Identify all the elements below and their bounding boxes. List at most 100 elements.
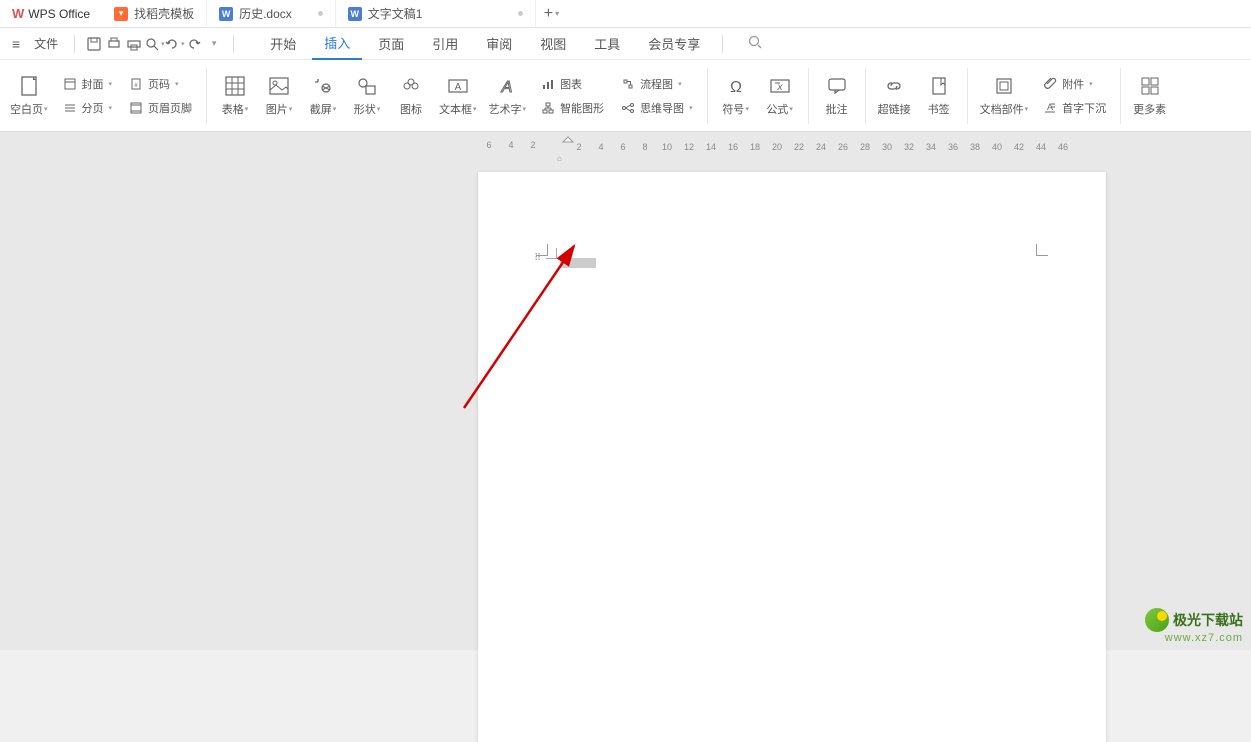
tab-start[interactable]: 开始 [258,28,308,59]
new-tab-button[interactable]: + ▾ [536,5,567,23]
divider [707,68,708,124]
more-label: 更多素 [1133,101,1166,117]
shapes-button[interactable]: 形状▾ [345,72,389,119]
page-number-button[interactable]: # 页码▾ [124,74,196,94]
ribbon: 空白页▾ 封面▾ 分页▾ # 页码▾ 页眉页脚 表格▾ 图片▾ 截屏▾ [0,60,1251,132]
mindmap-icon [620,100,636,116]
print-preview-icon[interactable] [105,35,123,53]
ruler-horizontal[interactable]: 2 4 6 8 10 12 14 16 18 20 22 24 26 28 30… [568,140,1074,154]
wordart-icon: A [495,74,519,98]
blank-page-icon [17,74,41,98]
tab-reference[interactable]: 引用 [420,28,470,59]
print-icon[interactable] [125,35,143,53]
doc-icon: W [348,7,362,21]
divider [808,68,809,124]
chart-icon [540,76,556,92]
search-icon[interactable] [747,34,763,53]
divider [722,35,723,53]
comment-button[interactable]: 批注 [815,72,859,119]
bookmark-icon [927,74,951,98]
more-icon [1138,74,1162,98]
magnifier-icon[interactable]: ▾ [145,35,163,53]
divider [206,68,207,124]
app-name: WPS Office [28,7,90,21]
shapes-label: 形状▾ [354,101,381,117]
wordart-button[interactable]: A 艺术字▾ [483,72,533,119]
more-button[interactable]: 更多素 [1127,72,1172,119]
symbol-button[interactable]: Ω 符号▾ [714,72,758,119]
picture-button[interactable]: 图片▾ [257,72,301,119]
comment-icon [825,74,849,98]
tab-insert[interactable]: 插入 [312,27,362,60]
cover-icon [62,76,78,92]
divider [865,68,866,124]
wps-logo-icon: W [12,6,24,21]
save-icon[interactable] [85,35,103,53]
tab-page[interactable]: 页面 [366,28,416,59]
equation-button[interactable]: x 公式▾ [758,72,802,119]
icon-label: 图标 [400,101,422,117]
icon-button[interactable]: 图标 [389,72,433,119]
tab-template[interactable]: ▾ 找稻壳模板 [102,0,207,28]
divider [233,35,234,53]
section-button[interactable]: 分页▾ [58,98,117,118]
table-button[interactable]: 表格▾ [213,72,257,119]
section-icon [62,100,78,116]
picture-label: 图片▾ [266,101,293,117]
tab-member[interactable]: 会员专享 [636,28,712,59]
bookmark-button[interactable]: 书签 [917,72,961,119]
blank-page-button[interactable]: 空白页▾ [4,72,54,119]
menu-tabs: 开始 插入 页面 引用 审阅 视图 工具 会员专享 [258,27,712,60]
screenshot-label: 截屏▾ [310,101,337,117]
wordart-label: 艺术字▾ [489,101,527,117]
object-handle-icon[interactable]: ⠿ [534,256,542,261]
tab-history-doc[interactable]: W 历史.docx [207,0,336,28]
chevron-down-icon[interactable]: ▾ [205,35,223,53]
attachment-button[interactable]: 附件▾ [1038,74,1110,94]
blank-page-label: 空白页▾ [10,101,48,117]
table-label: 表格▾ [222,101,249,117]
divider [74,35,75,53]
flowchart-button[interactable]: 流程图▾ [616,74,697,94]
textbox-button[interactable]: A 文本框▾ [433,72,483,119]
undo-icon[interactable]: ▾ [165,35,183,53]
doc-parts-button[interactable]: 文档部件▾ [974,72,1035,119]
tab-label: 文字文稿1 [368,5,423,22]
text-selection[interactable] [560,258,596,268]
tab-review[interactable]: 审阅 [474,28,524,59]
header-footer-button[interactable]: 页眉页脚 [124,98,196,118]
tab-tools[interactable]: 工具 [582,28,632,59]
document-page[interactable]: ⠿ [478,172,1106,742]
redo-icon[interactable] [185,35,203,53]
doc-parts-label: 文档部件▾ [980,101,1029,117]
svg-text:x: x [776,82,783,93]
svg-text:A: A [454,82,461,93]
quick-access-bar: ≡ 文件 ▾ ▾ ▾ 开始 插入 页面 引用 审阅 视图 工具 会员专享 [0,28,1251,60]
svg-text:#: # [134,83,138,89]
app-logo: W WPS Office [0,6,102,21]
mindmap-button[interactable]: 思维导图▾ [616,98,697,118]
symbol-icon: Ω [724,74,748,98]
flowchart-icon [620,76,636,92]
margin-marker-icon[interactable]: ⌂ [557,154,562,163]
margin-guide-tr [1036,244,1048,256]
chevron-down-icon: ▾ [555,9,559,18]
page-number-icon: # [128,76,144,92]
shapes-icon [355,74,379,98]
attachment-icon [1042,76,1058,92]
smart-graphic-button[interactable]: 智能图形 [536,98,608,118]
fire-icon: ▾ [114,7,128,21]
picture-icon [267,74,291,98]
header-footer-icon [128,100,144,116]
tab-text-doc[interactable]: W 文字文稿1 [336,0,536,28]
hamburger-icon[interactable]: ≡ [6,36,26,52]
chart-button[interactable]: 图表 [536,74,608,94]
tab-view[interactable]: 视图 [528,28,578,59]
cover-button[interactable]: 封面▾ [58,74,117,94]
file-menu[interactable]: 文件 [28,31,64,56]
table-icon [223,74,247,98]
screenshot-button[interactable]: 截屏▾ [301,72,345,119]
hyperlink-button[interactable]: 超链接 [872,72,917,119]
tab-label: 历史.docx [239,5,292,22]
drop-cap-button[interactable]: A 首字下沉 [1038,98,1110,118]
